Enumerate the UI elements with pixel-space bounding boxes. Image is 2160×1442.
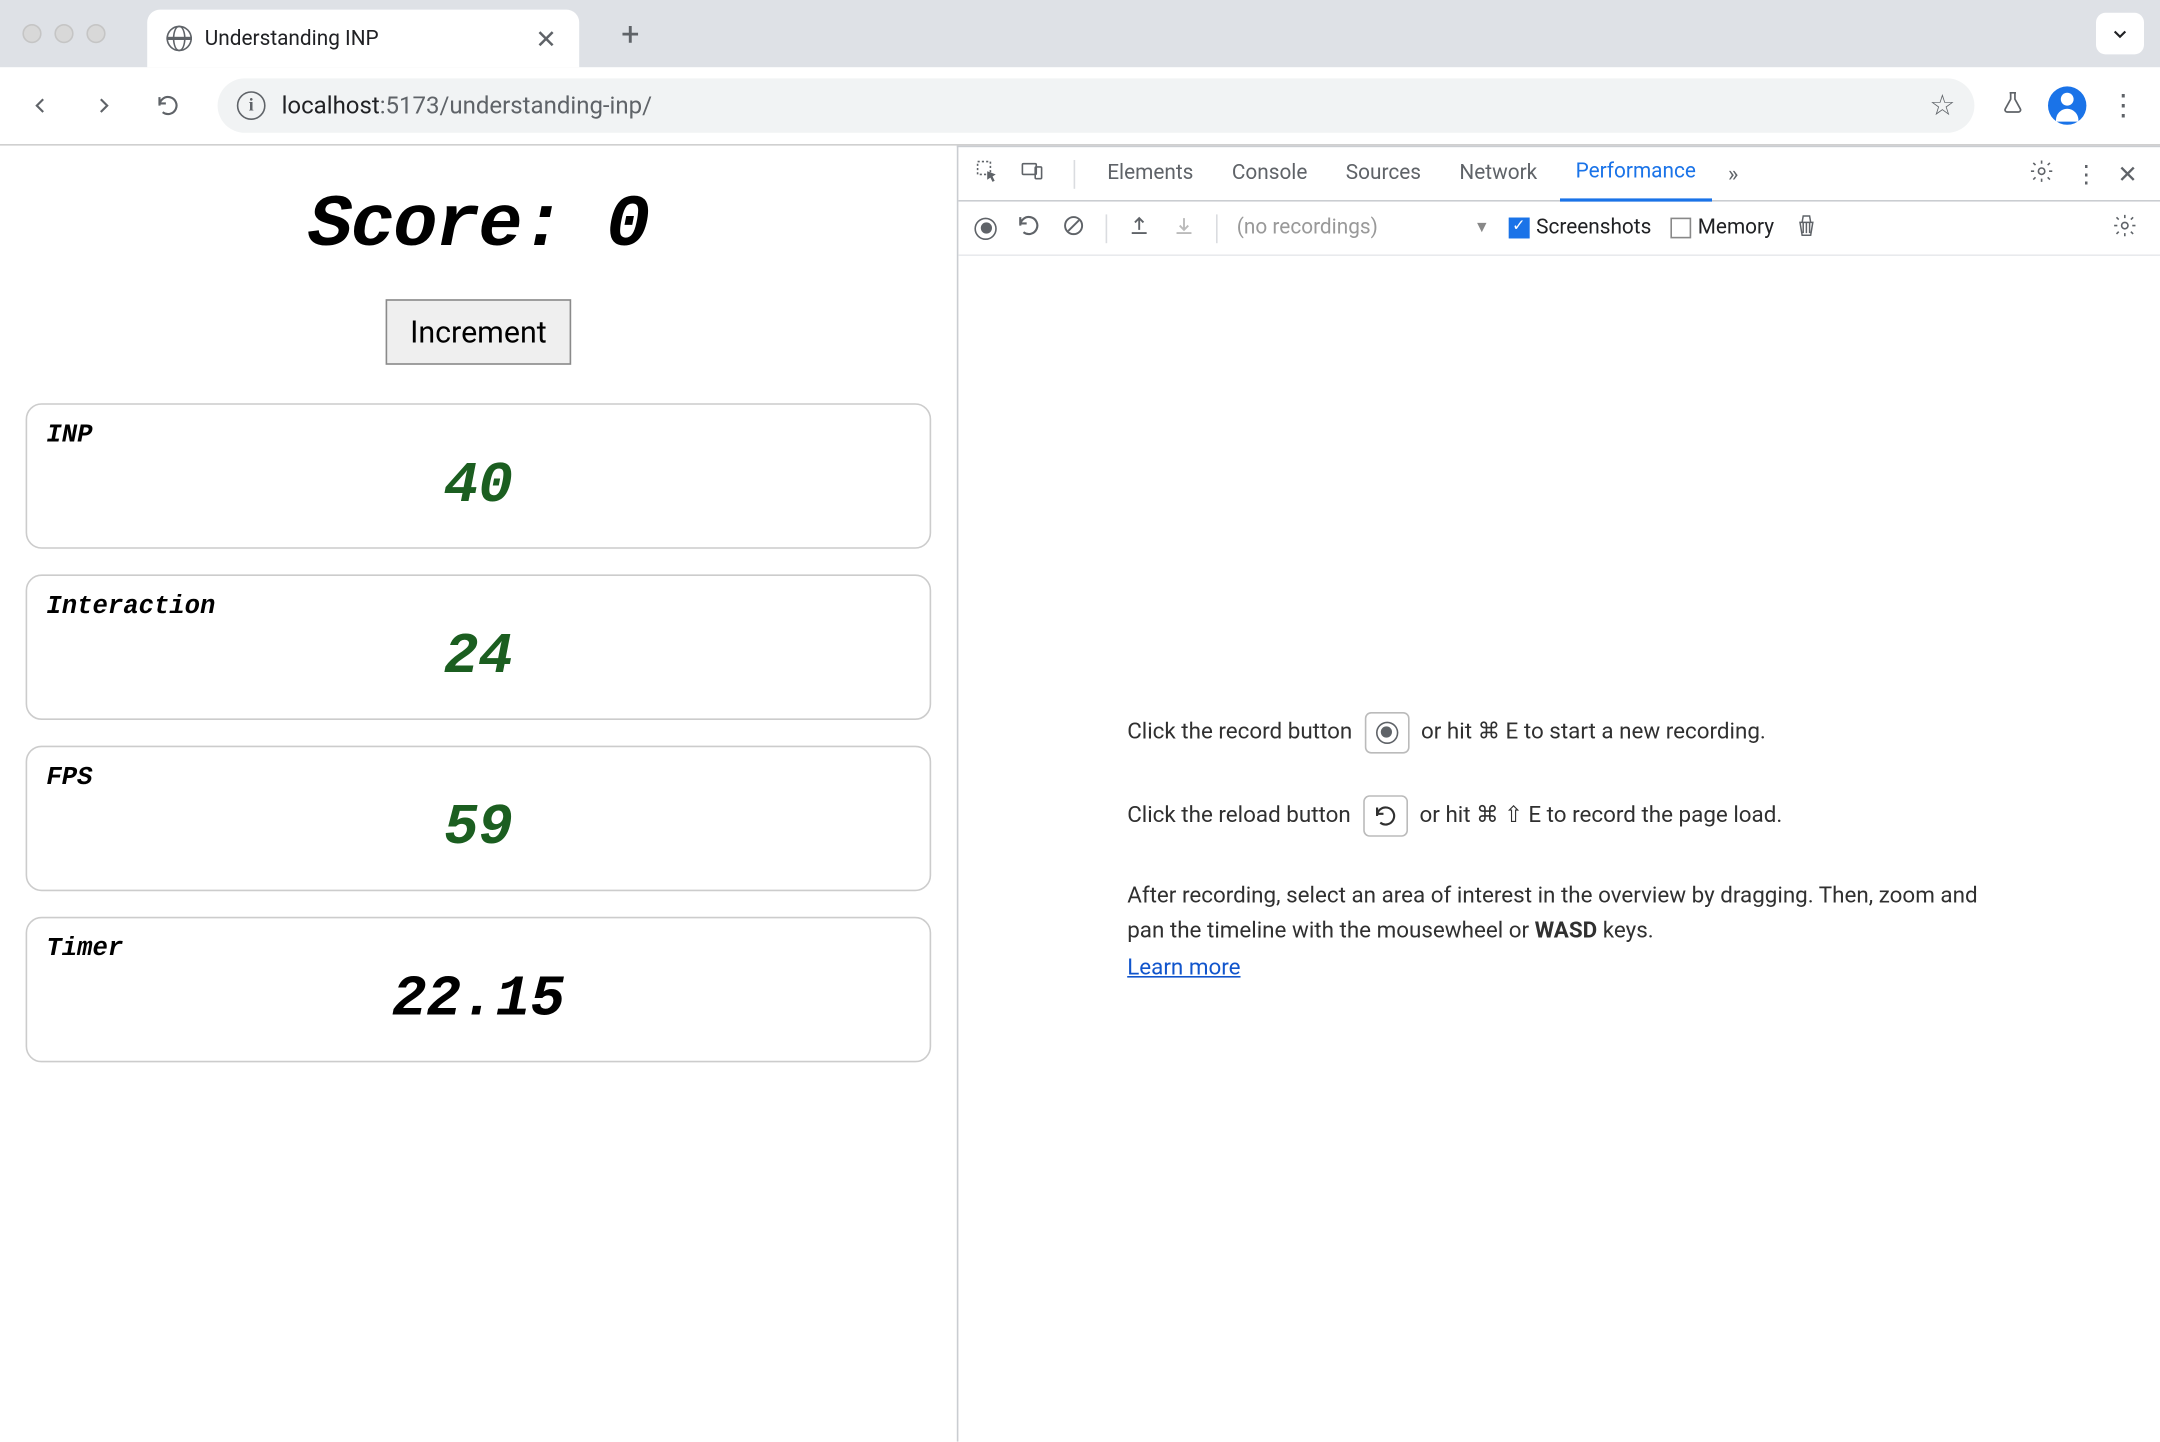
increment-button[interactable]: Increment — [386, 299, 571, 365]
memory-checkbox[interactable]: Memory — [1671, 216, 1775, 240]
record-button-inline — [1364, 712, 1409, 754]
forward-button[interactable] — [80, 82, 128, 130]
recordings-dropdown[interactable]: (no recordings) ▼ — [1237, 216, 1490, 240]
save-profile-icon — [1171, 212, 1197, 244]
tab-title: Understanding INP — [205, 26, 520, 50]
bookmark-star-icon[interactable]: ☆ — [1929, 89, 1955, 123]
memory-label: Memory — [1698, 216, 1774, 240]
reload-icon — [155, 93, 181, 119]
address-bar[interactable]: i localhost:5173/understanding-inp/ ☆ — [218, 78, 1975, 132]
metric-card-interaction: Interaction 24 — [26, 574, 932, 720]
checkbox-icon — [1509, 218, 1530, 239]
score-heading: Score: 0 — [26, 184, 932, 267]
collect-garbage-icon[interactable] — [1793, 212, 1819, 244]
screenshots-label: Screenshots — [1536, 216, 1651, 240]
record-button[interactable] — [974, 217, 996, 239]
globe-icon — [166, 26, 192, 52]
instruction-after: After recording, select an area of inter… — [1127, 878, 1991, 985]
devtools-tab-performance[interactable]: Performance — [1560, 146, 1712, 200]
score-value: 0 — [606, 184, 649, 267]
performance-empty-state: Click the record button or hit ⌘ E to st… — [958, 256, 2160, 1442]
reload-button[interactable] — [144, 82, 192, 130]
clear-button[interactable] — [1061, 212, 1087, 244]
metric-label: INP — [46, 421, 910, 450]
back-button[interactable] — [16, 82, 64, 130]
tab-close-icon[interactable]: ✕ — [532, 23, 560, 53]
metric-card-timer: Timer 22.15 — [26, 917, 932, 1063]
tab-search-button[interactable] — [2096, 13, 2144, 55]
devtools-tab-sources[interactable]: Sources — [1330, 146, 1437, 200]
devtools-tab-network[interactable]: Network — [1443, 146, 1553, 200]
learn-more-link[interactable]: Learn more — [1127, 955, 1240, 981]
profile-avatar-icon[interactable] — [2048, 86, 2086, 124]
site-info-icon[interactable]: i — [237, 91, 266, 120]
web-page: Score: 0 Increment INP 40 Interaction 24… — [0, 146, 957, 1442]
dropdown-triangle-icon: ▼ — [1474, 219, 1490, 237]
metric-label: Timer — [46, 934, 910, 963]
browser-chrome: Understanding INP ✕ + i localhost:5173/u… — [0, 0, 2160, 146]
instruction-reload: Click the reload button or hit ⌘ ⇧ E to … — [1127, 795, 1991, 837]
experiments-icon[interactable] — [2000, 89, 2026, 123]
metric-value: 22.15 — [46, 966, 910, 1032]
devtools-tab-console[interactable]: Console — [1216, 146, 1324, 200]
metric-card-fps: FPS 59 — [26, 746, 932, 892]
performance-toolbar: (no recordings) ▼ Screenshots Memory — [958, 202, 2160, 256]
checkbox-icon — [1671, 218, 1692, 239]
metric-value: 24 — [46, 624, 910, 690]
metric-value: 59 — [46, 795, 910, 861]
tab-strip: Understanding INP ✕ + — [0, 0, 2160, 67]
devtools-tab-elements[interactable]: Elements — [1091, 146, 1209, 200]
recordings-placeholder: (no recordings) — [1237, 216, 1378, 240]
browser-menu-icon[interactable]: ⋮ — [2109, 89, 2138, 123]
devtools-more-tabs-icon[interactable]: » — [1718, 161, 1748, 187]
chevron-down-icon — [2107, 21, 2133, 47]
metric-card-inp: INP 40 — [26, 403, 932, 549]
reload-icon — [1372, 803, 1398, 829]
content-split: Score: 0 Increment INP 40 Interaction 24… — [0, 146, 2160, 1442]
url-path: :5173/understanding-inp/ — [380, 91, 652, 120]
window-minimize-icon[interactable] — [54, 24, 73, 43]
devtools-menu-icon[interactable]: ⋮ — [2068, 159, 2105, 188]
window-close-icon[interactable] — [22, 24, 41, 43]
metric-label: FPS — [46, 763, 910, 792]
window-zoom-icon[interactable] — [86, 24, 105, 43]
devtools-settings-icon[interactable] — [2023, 158, 2061, 190]
arrow-left-icon — [27, 93, 53, 119]
reload-button-inline — [1363, 795, 1408, 837]
instructions-text: Click the record button or hit ⌘ E to st… — [1127, 712, 1991, 986]
instruction-record: Click the record button or hit ⌘ E to st… — [1127, 712, 1991, 754]
metric-value: 40 — [46, 453, 910, 519]
score-label: Score: — [308, 184, 563, 267]
devtools-tabbar: Elements Console Sources Network Perform… — [958, 147, 2160, 201]
toolbar-actions: ⋮ — [2000, 86, 2144, 124]
metric-label: Interaction — [46, 592, 910, 621]
window-controls — [22, 24, 105, 43]
url-host: localhost — [282, 91, 380, 120]
capture-settings-icon[interactable] — [2106, 212, 2144, 244]
arrow-right-icon — [91, 93, 117, 119]
browser-tab[interactable]: Understanding INP ✕ — [147, 10, 579, 68]
devtools-close-icon[interactable]: ✕ — [2111, 159, 2144, 188]
reload-record-button[interactable] — [1016, 212, 1042, 244]
url-text: localhost:5173/understanding-inp/ — [282, 91, 652, 120]
record-icon — [1375, 721, 1397, 743]
browser-toolbar: i localhost:5173/understanding-inp/ ☆ ⋮ — [0, 67, 2160, 144]
device-toolbar-icon[interactable] — [1019, 158, 1045, 190]
devtools-panel: Elements Console Sources Network Perform… — [957, 146, 2160, 1442]
screenshots-checkbox[interactable]: Screenshots — [1509, 216, 1651, 240]
load-profile-icon[interactable] — [1126, 212, 1152, 244]
inspect-element-icon[interactable] — [974, 158, 1000, 190]
new-tab-button[interactable]: + — [608, 14, 653, 52]
